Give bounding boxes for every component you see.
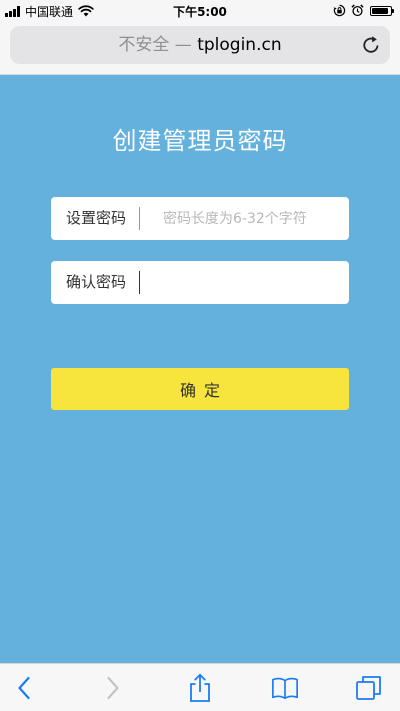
battery-icon <box>370 5 394 16</box>
url-domain: tplogin.cn <box>197 35 282 55</box>
browser-toolbar <box>0 663 400 711</box>
url-text[interactable]: 不安全 — tplogin.cn <box>10 26 390 64</box>
confirm-password-input[interactable] <box>147 267 339 298</box>
share-icon <box>190 673 210 702</box>
rotation-lock-icon <box>333 4 346 17</box>
text-cursor <box>139 207 140 230</box>
reload-icon[interactable] <box>360 34 382 56</box>
tabs-button[interactable] <box>355 674 383 702</box>
confirm-password-label: 确认密码 <box>66 273 127 291</box>
alarm-icon <box>351 4 364 17</box>
back-button[interactable] <box>10 674 38 702</box>
set-password-field[interactable]: 设置密码 <box>51 197 349 240</box>
tabs-icon <box>356 676 381 700</box>
page-content: 创建管理员密码 设置密码 确认密码 确定 <box>0 75 400 663</box>
forward-icon <box>107 676 119 700</box>
confirm-password-field[interactable]: 确认密码 <box>51 261 349 304</box>
back-icon <box>18 676 30 700</box>
set-password-label: 设置密码 <box>66 209 127 227</box>
text-cursor <box>139 271 140 294</box>
url-security-label: 不安全 — <box>118 35 198 55</box>
url-field[interactable]: 不安全 — tplogin.cn <box>10 26 390 64</box>
confirm-button[interactable]: 确定 <box>51 368 349 410</box>
bookmarks-button[interactable] <box>271 674 299 702</box>
status-right <box>328 4 394 17</box>
status-bar: 中国联通 下午5:00 <box>0 0 400 22</box>
bookmarks-icon <box>272 677 298 700</box>
share-button[interactable] <box>186 673 214 702</box>
set-password-input[interactable] <box>147 203 339 234</box>
page-title: 创建管理员密码 <box>112 127 288 155</box>
browser-address-bar: 不安全 — tplogin.cn <box>0 22 400 75</box>
forward-button[interactable] <box>99 674 127 702</box>
